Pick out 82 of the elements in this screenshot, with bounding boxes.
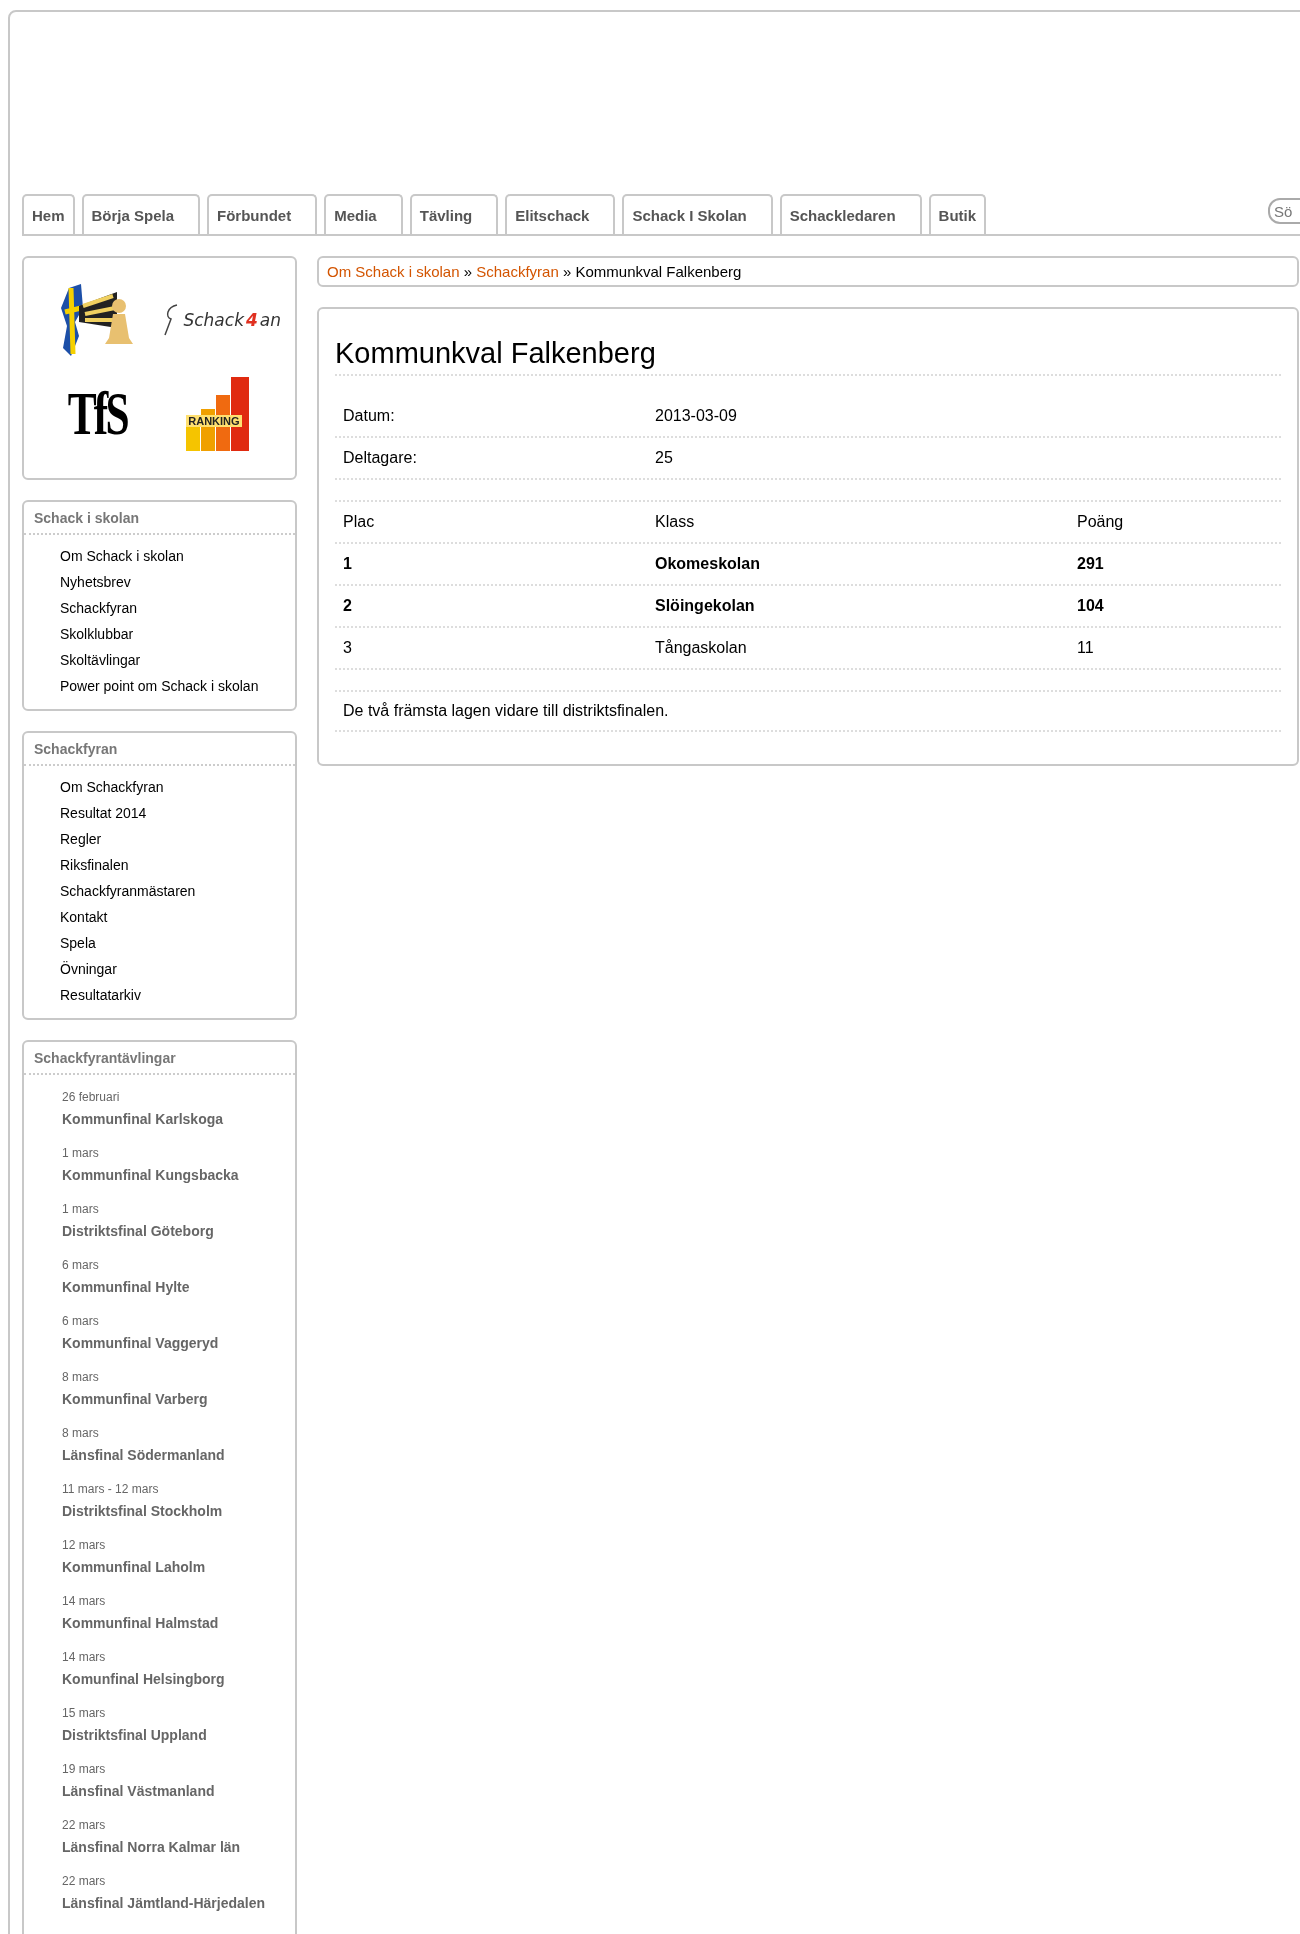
panel-heading: Schack i skolan bbox=[24, 502, 295, 535]
menu-link[interactable]: Skolklubbar bbox=[60, 621, 295, 647]
event-date: 22 mars bbox=[62, 1873, 107, 1889]
table-cell-text: 291 bbox=[1077, 554, 1105, 574]
event-link[interactable]: Kommunfinal Kungsbacka bbox=[62, 1166, 295, 1184]
event-date: 12 mars bbox=[62, 1537, 107, 1553]
ranking-logo[interactable]: RANKING bbox=[186, 376, 259, 451]
event-date: 22 mars bbox=[62, 1817, 107, 1833]
nav-tab[interactable]: Elitschack bbox=[505, 194, 616, 234]
event-link[interactable]: Kommunfinal Vaggeryd bbox=[62, 1334, 295, 1352]
menu-link[interactable]: Nyhetsbrev bbox=[60, 569, 295, 595]
event-link[interactable]: Länsfinal Norra Kalmar län bbox=[62, 1838, 295, 1856]
event-date: 6 mars bbox=[62, 1257, 100, 1273]
breadcrumb-link[interactable]: Om Schack i skolan bbox=[327, 263, 460, 280]
info-value: 2013-03-09 bbox=[655, 406, 738, 426]
event-date: 14 mars bbox=[62, 1649, 107, 1665]
event-link[interactable]: Distriktsfinal Göteborg bbox=[62, 1222, 295, 1240]
column-header: Poäng bbox=[1077, 512, 1125, 532]
info-value: 25 bbox=[655, 448, 674, 468]
event-date: 8 mars bbox=[62, 1369, 100, 1385]
table-cell-text: 11 bbox=[1077, 638, 1095, 658]
event-link[interactable]: Länsfinal Västmanland bbox=[62, 1782, 295, 1800]
menu-link[interactable]: Skoltävlingar bbox=[60, 647, 295, 673]
nav-tab[interactable]: Hem bbox=[22, 194, 75, 234]
table-cell-text: Tångaskolan bbox=[655, 638, 748, 658]
table-cell-text: Okomeskolan bbox=[655, 554, 761, 574]
menu-link[interactable]: Kontakt bbox=[60, 904, 295, 930]
nav-tab[interactable]: Butik bbox=[928, 194, 987, 234]
event-link[interactable]: Länsfinal Södermanland bbox=[62, 1446, 295, 1464]
event-link[interactable]: Kommunfinal Halmstad bbox=[62, 1614, 295, 1632]
event-date: 15 mars bbox=[62, 1705, 107, 1721]
menu-link[interactable]: Om Schack i skolan bbox=[60, 543, 295, 569]
event-link[interactable]: Kommunfinal Varberg bbox=[62, 1390, 295, 1408]
menu-link[interactable]: Övningar bbox=[60, 956, 295, 982]
menu-link[interactable]: Schackfyran bbox=[60, 595, 295, 621]
event-date: 6 mars bbox=[62, 1313, 100, 1329]
event-date: 11 mars - 12 mars bbox=[62, 1481, 160, 1497]
table-cell-text: 1 bbox=[343, 554, 353, 574]
tfs-logo[interactable]: TfS bbox=[67, 378, 127, 449]
note-text: De två främsta lagen vidare till distriktsfinalen. bbox=[335, 692, 1281, 732]
panel-heading: Schackfyran bbox=[24, 733, 295, 766]
event-date: 14 mars bbox=[62, 1593, 107, 1609]
event-link[interactable]: Distriktsfinal Stockholm bbox=[62, 1502, 295, 1520]
menu-link[interactable]: Resultatarkiv bbox=[60, 982, 295, 1008]
menu-link[interactable]: Regler bbox=[60, 826, 295, 852]
table-cell-text: 3 bbox=[343, 638, 353, 658]
event-link[interactable]: Kommunfinal Hylte bbox=[62, 1278, 295, 1296]
nav-tab[interactable]: Förbundet bbox=[207, 194, 318, 234]
breadcrumb: Om Schack i skolan » Schackfyran » Kommunkval Falkenberg bbox=[317, 256, 1299, 287]
event-date: 19 mars bbox=[62, 1761, 107, 1777]
event-date: 1 mars bbox=[62, 1145, 100, 1161]
nav-tab[interactable]: Media bbox=[324, 194, 403, 234]
nav-tab[interactable]: Schack I Skolan bbox=[622, 194, 773, 234]
table-cell-text: Slöingekolan bbox=[655, 596, 756, 616]
menu-link[interactable]: Riksfinalen bbox=[60, 852, 295, 878]
schack4an-logo[interactable]: Schack4an bbox=[163, 302, 282, 337]
table-cell-text: 104 bbox=[1077, 596, 1105, 616]
column-header: Klass bbox=[655, 512, 696, 532]
search-field[interactable]: Sö bbox=[1268, 198, 1300, 224]
nav-tab[interactable]: Börja Spela bbox=[81, 194, 201, 234]
event-date: 26 februari bbox=[62, 1089, 121, 1105]
nav-tab[interactable]: Tävling bbox=[409, 194, 499, 234]
event-link[interactable]: Kommunfinal Laholm bbox=[62, 1558, 295, 1576]
info-label: Datum: bbox=[343, 406, 396, 426]
event-date: 1 mars bbox=[62, 1201, 100, 1217]
event-link[interactable]: Komunfinal Helsingborg bbox=[62, 1670, 295, 1688]
page-title: Kommunkval Falkenberg bbox=[335, 337, 1281, 376]
event-link[interactable]: Distriktsfinal Uppland bbox=[62, 1726, 295, 1744]
event-date: 8 mars bbox=[62, 1425, 100, 1441]
panel-heading: Schackfyrantävlingar bbox=[24, 1042, 295, 1075]
event-link[interactable]: Kommunfinal Karlskoga bbox=[62, 1110, 295, 1128]
menu-link[interactable]: Spela bbox=[60, 930, 295, 956]
menu-link[interactable]: Om Schackfyran bbox=[60, 774, 295, 800]
breadcrumb-link[interactable]: Schackfyran bbox=[476, 263, 559, 280]
event-link[interactable]: Länsfinal Jämtland-Härjedalen bbox=[62, 1894, 295, 1912]
column-header: Plac bbox=[343, 512, 376, 532]
menu-link[interactable]: Schackfyranmästaren bbox=[60, 878, 295, 904]
info-label: Deltagare: bbox=[343, 448, 418, 468]
menu-link[interactable]: Resultat 2014 bbox=[60, 800, 295, 826]
nav-tab[interactable]: Schackledaren bbox=[779, 194, 922, 234]
menu-link[interactable]: Power point om Schack i skolan bbox=[60, 673, 295, 699]
table-cell-text: 2 bbox=[343, 596, 353, 616]
